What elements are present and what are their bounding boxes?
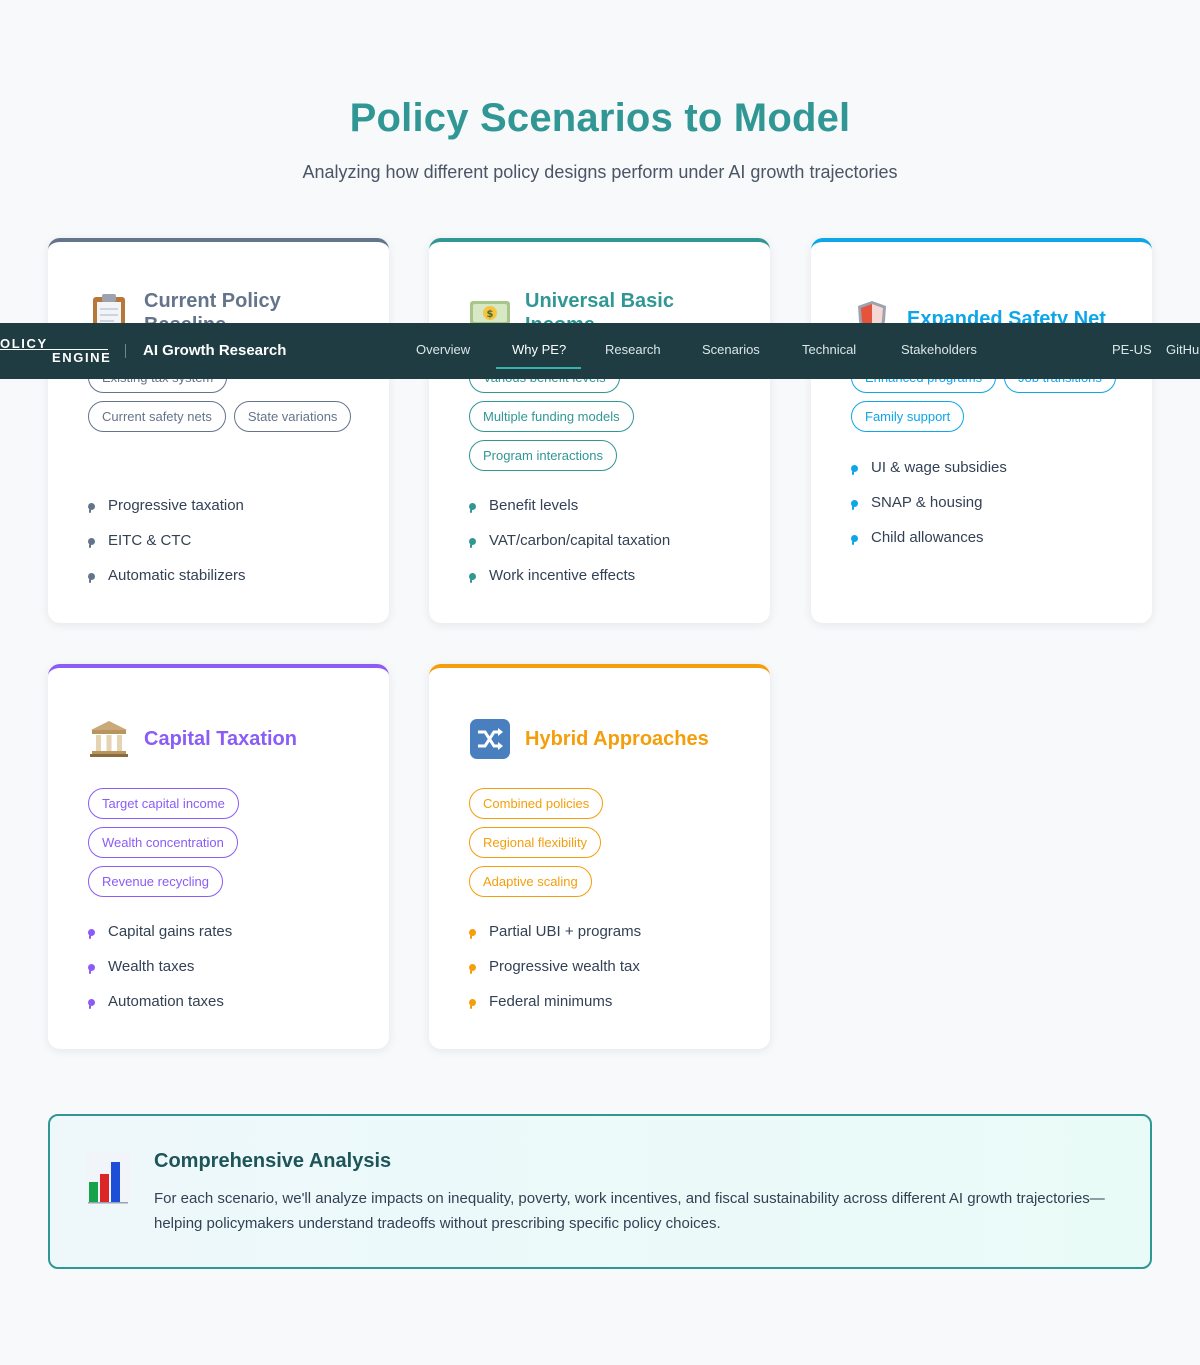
list-item: Benefit levels — [469, 496, 750, 531]
list-item: Wealth taxes — [88, 957, 369, 992]
list-item: VAT/carbon/capital taxation — [469, 531, 750, 566]
list-item: Federal minimums — [469, 992, 750, 1027]
tag-wealth-concentration: Wealth concentration — [88, 827, 238, 858]
tag-state-variations: State variations — [233, 401, 352, 432]
top-navbar: OLICY ENGINE AI Growth Research Overview… — [0, 323, 1200, 379]
nav-link-research[interactable]: Research — [605, 342, 661, 357]
bullet-dot — [469, 573, 476, 583]
scenario-card-current-policy: Current Policy Baseline Existing tax sys… — [48, 238, 389, 623]
tag-regional-flexibility: Regional flexibility — [469, 827, 602, 858]
bullet-dot — [469, 503, 476, 513]
card-title: Hybrid Approaches — [525, 728, 709, 750]
callout-text: For each scenario, we'll analyze impacts… — [154, 1190, 1105, 1232]
active-tab-indicator — [496, 367, 581, 369]
tag-adaptive-scaling: Adaptive scaling — [469, 866, 592, 897]
bullet-dot — [469, 538, 476, 548]
tag-revenue-recycling: Revenue recycling — [88, 866, 223, 897]
list-item: Progressive taxation — [88, 496, 369, 531]
tag-family-support: Family support — [851, 401, 965, 432]
nav-divider — [125, 344, 126, 358]
callout-title: Comprehensive Analysis — [154, 1150, 392, 1172]
scenario-card-hybrid: Hybrid Approaches Combined policies Regi… — [429, 664, 770, 1049]
bullet-dot — [469, 929, 476, 939]
tag-current-safety-nets: Current safety nets — [88, 401, 226, 432]
nav-brand-title[interactable]: AI Growth Research — [143, 342, 286, 359]
card-title: Capital Taxation — [144, 728, 297, 750]
nav-link-github[interactable]: GitHu — [1166, 342, 1199, 357]
list-item: SNAP & housing — [851, 493, 1132, 528]
page-title: Policy Scenarios to Model — [349, 96, 851, 140]
svg-text:$: $ — [487, 309, 494, 320]
list-item: Partial UBI + programs — [469, 922, 750, 957]
list-item: Work incentive effects — [469, 566, 750, 601]
list-item: Capital gains rates — [88, 922, 369, 957]
list-item: Automatic stabilizers — [88, 566, 369, 601]
scenario-card-capital-taxation: Capital Taxation Target capital income W… — [48, 664, 389, 1049]
nav-link-stakeholders[interactable]: Stakeholders — [901, 342, 977, 357]
tag-combined-policies: Combined policies — [469, 788, 604, 819]
scenario-card-ubi: $ Universal Basic Income Various benefit… — [429, 238, 770, 623]
bullet-dot — [469, 999, 476, 1009]
scenario-card-safety-net: Expanded Safety Net Enhanced programs Jo… — [811, 238, 1152, 623]
list-item: Automation taxes — [88, 992, 369, 1027]
nav-link-why-pe[interactable]: Why PE? — [512, 342, 566, 357]
list-item: UI & wage subsidies — [851, 458, 1132, 493]
bullet-dot — [88, 538, 95, 548]
bullet-dot — [851, 535, 858, 545]
nav-link-pe-us[interactable]: PE-US — [1112, 342, 1152, 357]
tag-program-interactions: Program interactions — [469, 440, 617, 471]
tag-funding-models: Multiple funding models — [469, 401, 634, 432]
bullet-dot — [88, 503, 95, 513]
tag-target-capital-income: Target capital income — [88, 788, 239, 819]
list-item: EITC & CTC — [88, 531, 369, 566]
shuffle-icon — [469, 718, 511, 760]
list-item: Progressive wealth tax — [469, 957, 750, 992]
bullet-dot — [851, 500, 858, 510]
comprehensive-analysis-callout: Comprehensive Analysis For each scenario… — [48, 1114, 1152, 1269]
policyengine-logo[interactable]: OLICY ENGINE — [0, 336, 110, 366]
bullet-dot — [88, 573, 95, 583]
bullet-dot — [88, 999, 95, 1009]
page-subtitle: Analyzing how different policy designs p… — [302, 162, 898, 182]
nav-link-scenarios[interactable]: Scenarios — [702, 342, 760, 357]
bullet-dot — [88, 929, 95, 939]
bullet-dot — [851, 465, 858, 475]
nav-link-technical[interactable]: Technical — [802, 342, 856, 357]
bar-chart-icon — [86, 1152, 130, 1206]
nav-link-overview[interactable]: Overview — [416, 342, 470, 357]
bank-icon — [88, 718, 130, 760]
bullet-dot — [469, 964, 476, 974]
bullet-dot — [88, 964, 95, 974]
list-item: Child allowances — [851, 528, 1132, 563]
